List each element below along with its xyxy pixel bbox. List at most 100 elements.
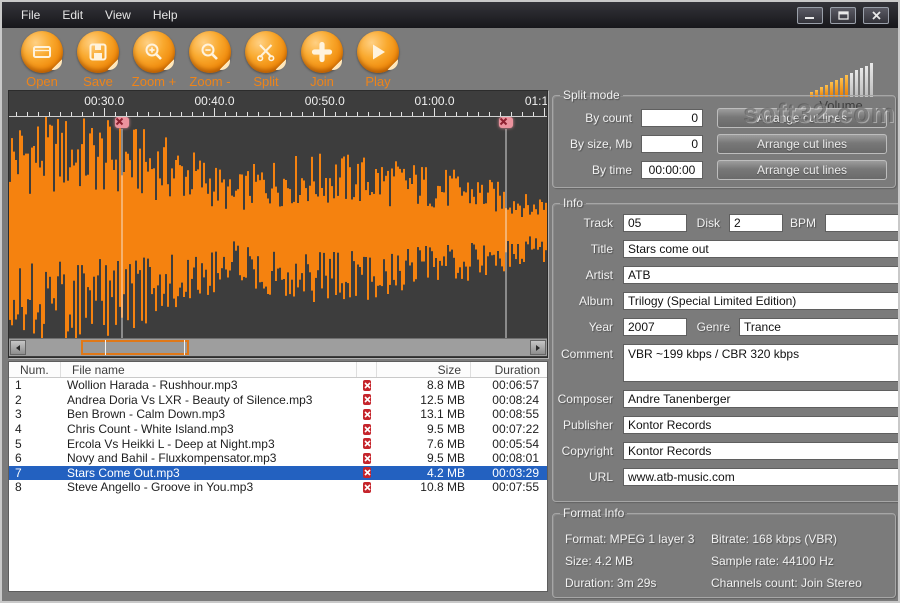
year-input[interactable] — [623, 318, 687, 336]
delete-icon[interactable] — [363, 453, 371, 464]
toolbar-play-button[interactable]: Play — [350, 31, 406, 89]
column-header-num[interactable]: Num. — [9, 362, 61, 377]
by-count-input[interactable] — [641, 109, 703, 127]
table-row[interactable]: 6Novy and Bahil - Fluxkompensator.mp39.5… — [9, 451, 547, 466]
delete-icon[interactable] — [363, 424, 371, 435]
table-row[interactable]: 8Steve Angello - Groove in You.mp310.8 M… — [9, 480, 547, 495]
toolbar-button-label: Play — [365, 74, 390, 89]
timeline-ruler[interactable]: 00:30.000:40.000:50.001:00.001:10.0 — [9, 91, 547, 117]
toolbar-save-button[interactable]: Save — [70, 31, 126, 89]
by-size-input[interactable] — [641, 135, 703, 153]
ruler-tick — [357, 112, 358, 116]
toolbar-split-button[interactable]: Split — [238, 31, 294, 89]
copyright-input[interactable] — [623, 442, 900, 460]
ruler-tick — [148, 112, 149, 116]
ruler-tick — [335, 112, 336, 116]
row-size: 10.8 MB — [377, 480, 471, 494]
title-input[interactable] — [623, 240, 900, 258]
delete-icon[interactable] — [363, 482, 371, 493]
row-delete-cell — [357, 394, 377, 405]
toolbar-zoom-out-button[interactable]: Zoom - — [182, 31, 238, 89]
column-header-duration[interactable]: Duration — [471, 362, 545, 377]
delete-icon[interactable] — [363, 394, 371, 405]
scrollbar-thumb[interactable] — [81, 340, 189, 355]
table-row[interactable]: 3Ben Brown - Calm Down.mp313.1 MB00:08:5… — [9, 407, 547, 422]
arrange-by-size-button[interactable]: Arrange cut lines — [717, 134, 887, 154]
track-input[interactable] — [623, 214, 687, 232]
genre-select[interactable]: Trance — [739, 318, 900, 336]
ruler-tick — [115, 112, 116, 116]
toolbar-button-label: Zoom + — [132, 74, 176, 89]
title-row: Title — [557, 240, 900, 258]
track-label: Track — [557, 216, 623, 230]
zoom-in-icon — [133, 31, 175, 73]
table-row[interactable]: 7Stars Come Out.mp34.2 MB00:03:29 — [9, 466, 547, 481]
album-input[interactable] — [623, 292, 900, 310]
table-row[interactable]: 2Andrea Doria Vs LXR - Beauty of Silence… — [9, 393, 547, 408]
format-info-title: Format Info — [560, 506, 627, 520]
table-row[interactable]: 4Chris Count - White Island.mp39.5 MB00:… — [9, 422, 547, 437]
arrange-by-time-button[interactable]: Arrange cut lines — [717, 160, 887, 180]
comment-row: Comment VBR ~199 kbps / CBR 320 kbps — [557, 344, 900, 382]
cut-marker-icon[interactable] — [115, 117, 129, 128]
row-filename: Stars Come Out.mp3 — [61, 466, 357, 480]
disk-input[interactable] — [729, 214, 783, 232]
ruler-time-label: 00:40.0 — [194, 94, 234, 108]
arrow-left-icon — [14, 344, 22, 352]
ruler-tick — [390, 112, 391, 116]
waveform-display[interactable] — [9, 117, 547, 338]
cut-marker-icon[interactable] — [499, 117, 513, 128]
toolbar-join-button[interactable]: Join — [294, 31, 350, 89]
table-row[interactable]: 1Wollion Harada - Rushhour.mp38.8 MB00:0… — [9, 378, 547, 393]
toolbar-button-label: Zoom - — [189, 74, 230, 89]
toolbar-open-button[interactable]: Open — [14, 31, 70, 89]
format-info-line: Channels count: Join Stereo — [711, 572, 895, 594]
comment-textarea[interactable]: VBR ~199 kbps / CBR 320 kbps — [623, 344, 900, 382]
arrange-by-count-button[interactable]: Arrange cut lines — [717, 108, 887, 128]
waveform-panel: 00:30.000:40.000:50.001:00.001:10.0 — [8, 90, 548, 358]
ruler-tick — [500, 112, 501, 116]
toolbar-button-label: Join — [310, 74, 334, 89]
titlebar: FileEditViewHelp — [2, 2, 898, 28]
delete-icon[interactable] — [363, 409, 371, 420]
waveform-scrollbar[interactable] — [9, 338, 547, 356]
publisher-input[interactable] — [623, 416, 900, 434]
row-num: 1 — [9, 378, 61, 392]
row-size: 7.6 MB — [377, 437, 471, 451]
column-header-name[interactable]: File name — [61, 362, 357, 377]
toolbar-zoom-in-button[interactable]: Zoom + — [126, 31, 182, 89]
ruler-tick — [302, 112, 303, 116]
ruler-tick — [269, 112, 270, 116]
row-delete-cell — [357, 424, 377, 435]
ruler-tick — [346, 112, 347, 116]
ruler-tick — [236, 112, 237, 116]
cut-line[interactable] — [506, 129, 507, 338]
scroll-left-button[interactable] — [10, 340, 26, 355]
scroll-right-button[interactable] — [530, 340, 546, 355]
ruler-tick — [203, 112, 204, 116]
minimize-button[interactable] — [797, 7, 823, 24]
bpm-input[interactable] — [825, 214, 900, 232]
maximize-button[interactable] — [830, 7, 856, 24]
by-time-input[interactable] — [641, 161, 703, 179]
table-row[interactable]: 5Ercola Vs Heikki L - Deep at Night.mp37… — [9, 436, 547, 451]
menu-view[interactable]: View — [94, 4, 142, 26]
menu-help[interactable]: Help — [142, 4, 189, 26]
row-filename: Wollion Harada - Rushhour.mp3 — [61, 378, 357, 392]
cut-line[interactable] — [121, 129, 122, 338]
delete-icon[interactable] — [363, 380, 371, 391]
url-input[interactable] — [623, 468, 900, 486]
menu-file[interactable]: File — [10, 4, 51, 26]
close-button[interactable] — [863, 7, 889, 24]
artist-input[interactable] — [623, 266, 900, 284]
ruler-tick — [82, 112, 83, 116]
delete-icon[interactable] — [363, 438, 371, 449]
menu-edit[interactable]: Edit — [51, 4, 94, 26]
ruler-tick — [511, 112, 512, 116]
composer-input[interactable] — [623, 390, 900, 408]
column-header-size[interactable]: Size — [377, 362, 471, 377]
ruler-tick — [324, 108, 325, 116]
delete-icon[interactable] — [363, 467, 371, 478]
composer-row: Composer — [557, 390, 900, 408]
app-window: FileEditViewHelp OpenSave Zoom + Zoom - Spl… — [0, 0, 900, 603]
